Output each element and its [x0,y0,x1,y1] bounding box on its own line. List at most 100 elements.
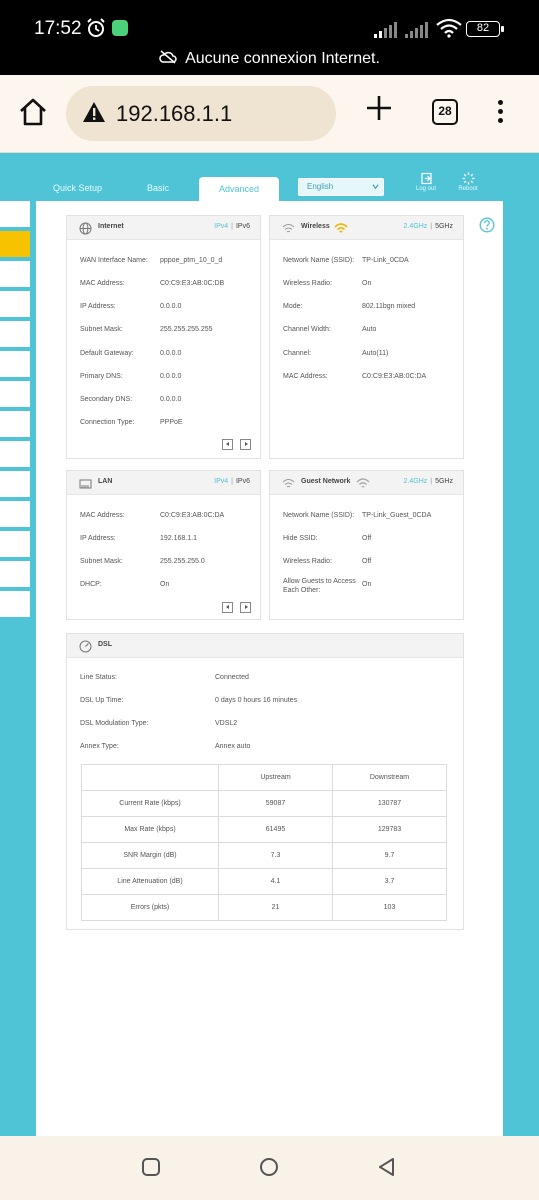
internet-tab-ipv6[interactable]: IPv6 [236,223,250,230]
recents-icon[interactable] [140,1156,162,1178]
wireless-tab-5ghz[interactable]: 5GHz [435,223,453,230]
dsl-panel-header: DSL [67,634,463,658]
address-bar[interactable]: 192.168.1.1 [66,86,336,141]
guest-network-panel: Guest Network 2.4GHz | 5GHz Network Name (… [269,470,464,620]
wireless-tab-24ghz[interactable]: 2.4GHz [404,223,428,230]
tab-basic[interactable]: Basic [147,183,169,193]
side-menu-item[interactable] [0,351,30,381]
internet-ip-tabs: IPv4 | IPv6 [214,223,250,230]
side-menu-item-active[interactable] [0,231,30,261]
guest-value: On [362,581,372,588]
tab-count: 28 [438,104,452,118]
guest-value: Off [362,535,372,542]
dsl-value: Connected [215,674,249,681]
alarm-icon [87,18,105,37]
table-header-cell [81,764,219,791]
signal-icon-2 [405,22,428,38]
reboot-button[interactable]: Reboot [450,172,486,192]
url-text[interactable]: 192.168.1.1 [116,101,232,127]
table-cell: 103 [332,894,447,921]
internet-panel: Internet IPv4 | IPv6 WAN Interface Name: p… [66,215,261,459]
side-menu-item[interactable] [0,501,30,531]
tab-advanced[interactable]: Advanced [199,177,279,202]
logout-label: Log out [415,186,437,192]
reboot-icon [462,172,474,185]
language-select[interactable]: English [298,178,384,196]
table-cell: Line Attenuation (dB) [81,868,219,895]
internet-value: 0.0.0.0 [160,303,182,310]
side-menu-item[interactable] [0,441,30,471]
lan-value: 192.168.1.1 [160,535,197,542]
internet-next-button[interactable] [240,439,251,450]
wireless-value: C0:C9:E3:AB:0C:DA [362,373,427,380]
table-cell: 4.1 [218,868,333,895]
dsl-value: 0 days 0 hours 16 minutes [215,697,298,704]
table-cell: 7.3 [218,842,333,869]
connection-notice-text: Aucune connexion Internet. [185,50,380,67]
side-menu-item[interactable] [0,291,30,321]
chevron-down-icon [372,184,379,190]
help-icon[interactable] [479,217,495,233]
home-nav-icon[interactable] [258,1156,280,1178]
table-cell: Current Rate (kbps) [81,790,219,817]
wireless-label: Channel: [283,350,312,357]
battery-level: 82 [476,22,490,34]
internet-value: PPPoE [160,419,183,426]
wireless-value: TP-Link_0CDA [362,257,409,264]
lan-tab-ipv6[interactable]: IPv6 [236,478,250,485]
wireless-panel-title: Wireless [301,223,330,230]
wifi-active-icon [334,223,348,233]
table-cell: SNR Margin (dB) [81,842,219,869]
internet-value: 255.255.255.255 [160,326,213,333]
lan-prev-button[interactable] [222,602,233,613]
wireless-label: Channel Width: [283,326,331,333]
guest-tab-5ghz[interactable]: 5GHz [435,478,453,485]
dsl-panel-title: DSL [98,641,112,648]
side-menu-item[interactable] [0,381,30,411]
side-menu-item[interactable] [0,321,30,351]
lan-next-button[interactable] [240,602,251,613]
side-menu-item[interactable] [0,591,30,621]
logout-button[interactable]: Log out [408,172,444,192]
table-cell: Max Rate (kbps) [81,816,219,843]
table-cell: 9.7 [332,842,447,869]
status-bar: 17:52 82 Aucune connexion Internet. [0,0,539,75]
guest-tab-24ghz[interactable]: 2.4GHz [404,478,428,485]
tab-quick-setup[interactable]: Quick Setup [53,183,102,193]
tab-switcher-button[interactable]: 28 [432,99,458,125]
lan-value: C0:C9:E3:AB:0C:DA [160,512,225,519]
warning-icon[interactable] [82,101,106,123]
side-menu-item[interactable] [0,561,30,591]
wifi-inactive-icon [356,478,370,488]
back-icon[interactable] [376,1156,398,1178]
more-menu-icon[interactable] [494,97,506,127]
internet-prev-button[interactable] [222,439,233,450]
side-menu-item[interactable] [0,201,30,231]
status-content: Internet IPv4 | IPv6 WAN Interface Name: p… [36,201,503,1136]
lan-ip-tabs: IPv4 | IPv6 [214,478,250,485]
wireless-panel: Wireless 2.4GHz | 5GHz Network Name (SSID)… [269,215,464,459]
wifi-icon [436,18,462,38]
side-menu-item[interactable] [0,471,30,501]
table-row: SNR Margin (dB) 7.3 9.7 [81,842,447,869]
guest-panel-header: Guest Network 2.4GHz | 5GHz [270,471,463,495]
side-menu-item[interactable] [0,411,30,441]
cloud-off-icon [159,50,177,64]
wireless-value: Auto(11) [362,350,389,357]
lan-tab-ipv4[interactable]: IPv4 [214,478,228,485]
table-header-row: Upstream Downstream [81,764,447,791]
table-row: Errors (pkts) 21 103 [81,894,447,921]
internet-label: IP Address: [80,303,116,310]
side-menu-item[interactable] [0,261,30,291]
globe-icon [79,222,92,235]
internet-tab-ipv4[interactable]: IPv4 [214,223,228,230]
new-tab-icon[interactable] [364,93,394,123]
side-menu [0,201,30,621]
table-cell: 59087 [218,790,333,817]
side-menu-item[interactable] [0,531,30,561]
table-row: Line Attenuation (dB) 4.1 3.7 [81,868,447,895]
internet-label: WAN Interface Name: [80,257,148,264]
internet-label: MAC Address: [80,280,125,287]
home-icon[interactable] [18,97,48,127]
table-cell: 130787 [332,790,447,817]
